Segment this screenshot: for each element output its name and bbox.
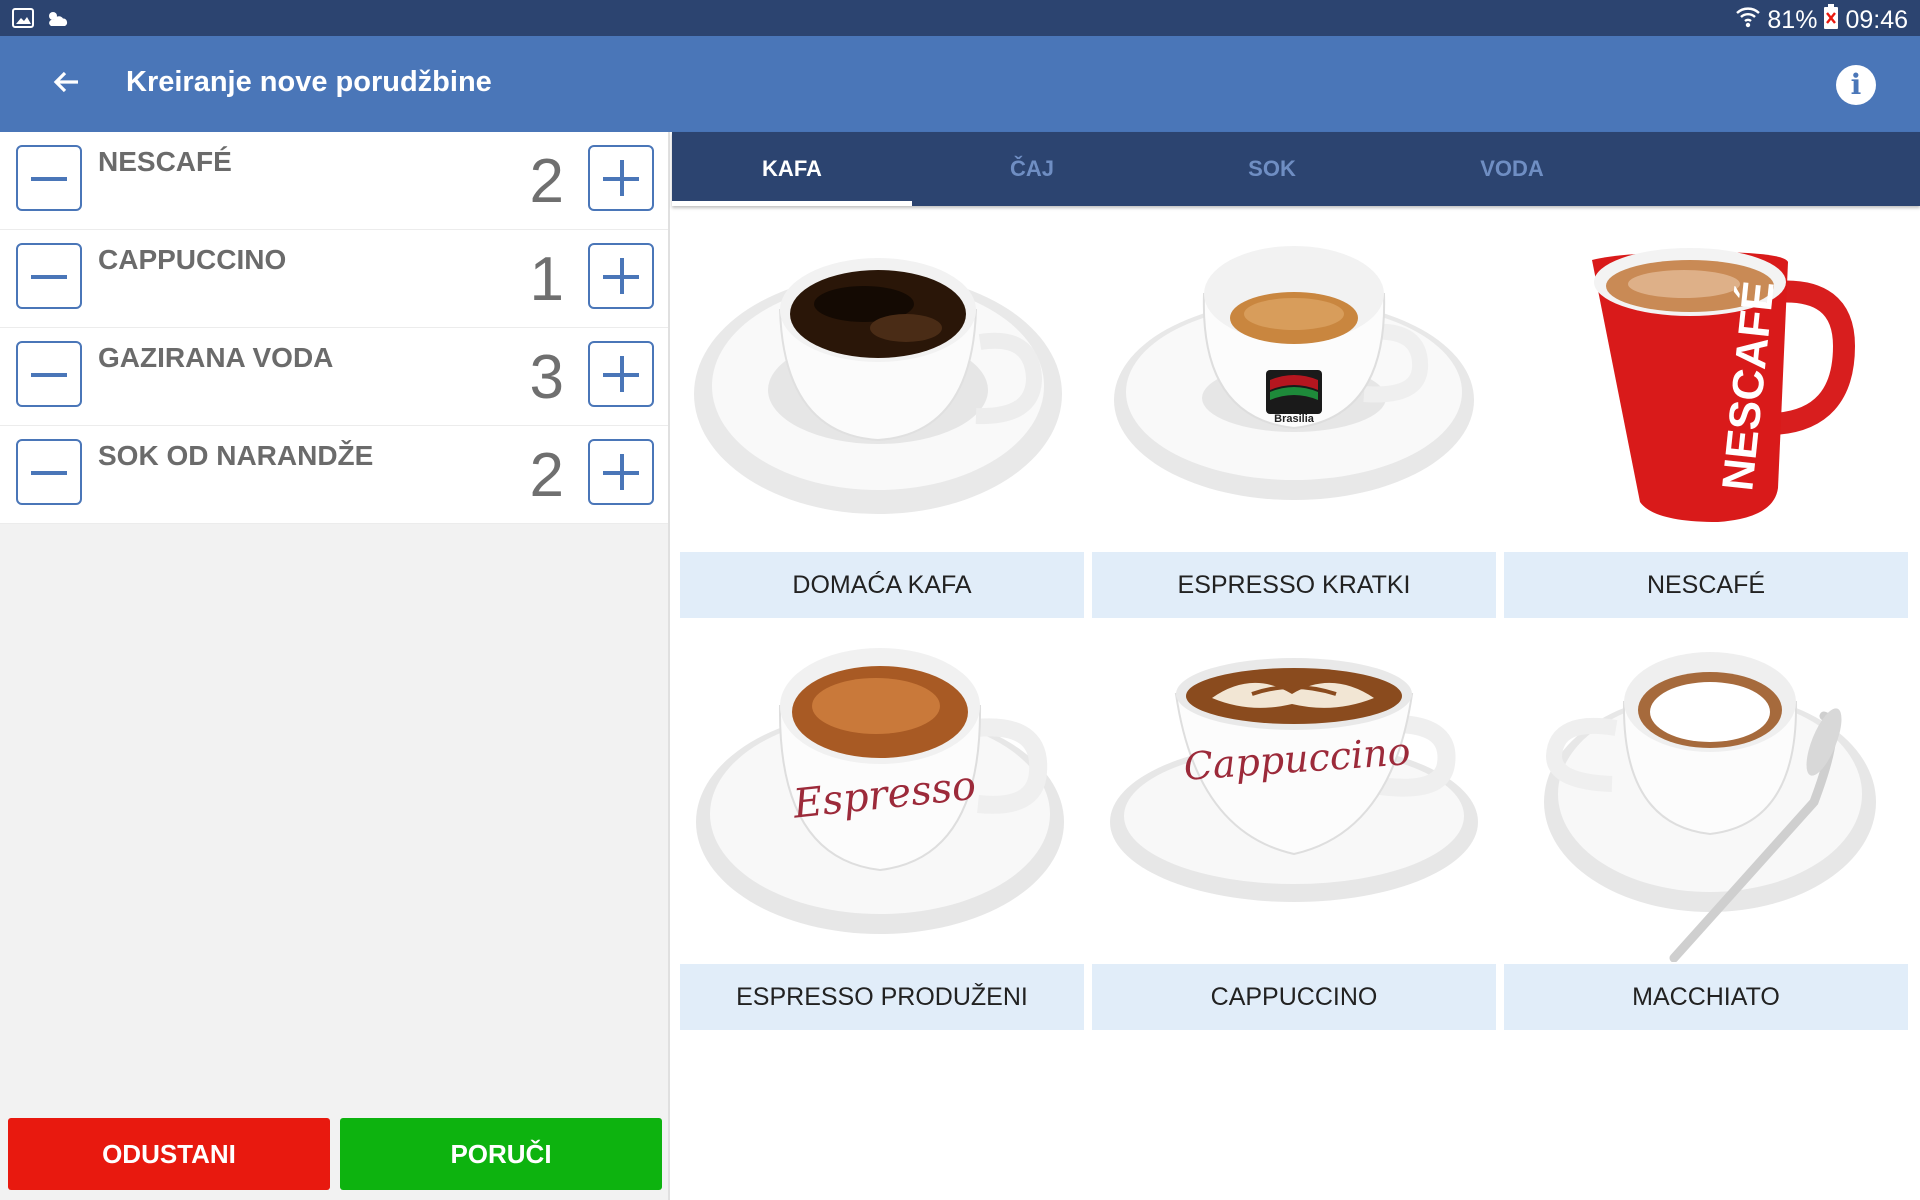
- order-row: SOK OD NARANDŽE 2: [0, 426, 668, 524]
- decrease-button[interactable]: [16, 145, 82, 211]
- order-row: CAPPUCCINO 1: [0, 230, 668, 328]
- minus-icon: [31, 471, 67, 475]
- decrease-button[interactable]: [16, 243, 82, 309]
- product-image-macchiato[interactable]: [1504, 632, 1908, 963]
- order-item-name: SOK OD NARANDŽE: [98, 440, 374, 471]
- app-bar: Kreiranje nove porudžbine i: [0, 36, 1920, 132]
- product-image-domaca-kafa[interactable]: [680, 222, 1084, 552]
- order-item-quantity: 3: [529, 343, 564, 412]
- product-image-cappuccino[interactable]: Cappuccino: [1092, 632, 1496, 962]
- tab-caj[interactable]: ČAJ: [912, 132, 1152, 206]
- decrease-button[interactable]: [16, 439, 82, 505]
- gallery-notification-icon: [12, 8, 34, 33]
- order-list: NESCAFÉ 2 CAPPUCCINO 1 GAZIRANA VODA 3 S…: [0, 132, 668, 524]
- clock: 09:46: [1845, 6, 1908, 34]
- order-row: GAZIRANA VODA 3: [0, 328, 668, 426]
- product-image-espresso-produzeni[interactable]: Espresso: [680, 632, 1084, 962]
- battery-icon: [1823, 4, 1839, 37]
- order-item-quantity: 2: [529, 441, 564, 510]
- decrease-button[interactable]: [16, 341, 82, 407]
- order-panel: NESCAFÉ 2 CAPPUCCINO 1 GAZIRANA VODA 3 S…: [0, 132, 670, 1200]
- info-icon[interactable]: i: [1836, 65, 1876, 105]
- product-label[interactable]: NESCAFÉ: [1504, 552, 1908, 618]
- increase-button[interactable]: [588, 145, 654, 211]
- order-item-name: CAPPUCCINO: [98, 244, 287, 275]
- minus-icon: [31, 275, 67, 279]
- product-image-espresso-kratki[interactable]: Brasilia: [1092, 222, 1496, 552]
- minus-icon: [31, 177, 67, 181]
- tab-sok[interactable]: SOK: [1152, 132, 1392, 206]
- order-row: NESCAFÉ 2: [0, 132, 668, 230]
- place-order-button[interactable]: PORUČI: [340, 1118, 662, 1190]
- tab-kafa[interactable]: KAFA: [672, 132, 912, 206]
- cancel-button[interactable]: ODUSTANI: [8, 1118, 330, 1190]
- battery-percent: 81%: [1767, 6, 1818, 34]
- category-tabs: KAFA ČAJ SOK VODA: [672, 132, 1920, 206]
- product-label[interactable]: DOMAĆA KAFA: [680, 552, 1084, 618]
- increase-button[interactable]: [588, 243, 654, 309]
- product-label[interactable]: CAPPUCCINO: [1092, 964, 1496, 1030]
- wifi-icon: [1735, 5, 1761, 36]
- product-label[interactable]: ESPRESSO PRODUŽENI: [680, 964, 1084, 1030]
- back-arrow-icon[interactable]: [44, 60, 88, 104]
- weather-notification-icon: [44, 8, 70, 33]
- order-item-quantity: 2: [529, 147, 564, 216]
- brand-logo-text: Brasilia: [1274, 413, 1315, 425]
- product-label[interactable]: MACCHIATO: [1504, 964, 1908, 1030]
- increase-button[interactable]: [588, 439, 654, 505]
- product-label[interactable]: ESPRESSO KRATKI: [1092, 552, 1496, 618]
- minus-icon: [31, 373, 67, 377]
- tab-voda[interactable]: VODA: [1392, 132, 1632, 206]
- product-image-nescafe[interactable]: NESCAFÉ: [1504, 222, 1908, 552]
- status-bar: 81% 09:46: [0, 0, 1920, 36]
- order-item-name: GAZIRANA VODA: [98, 342, 334, 373]
- increase-button[interactable]: [588, 341, 654, 407]
- page-title: Kreiranje nove porudžbine: [126, 66, 492, 98]
- order-item-quantity: 1: [529, 245, 564, 314]
- order-item-name: NESCAFÉ: [98, 146, 232, 177]
